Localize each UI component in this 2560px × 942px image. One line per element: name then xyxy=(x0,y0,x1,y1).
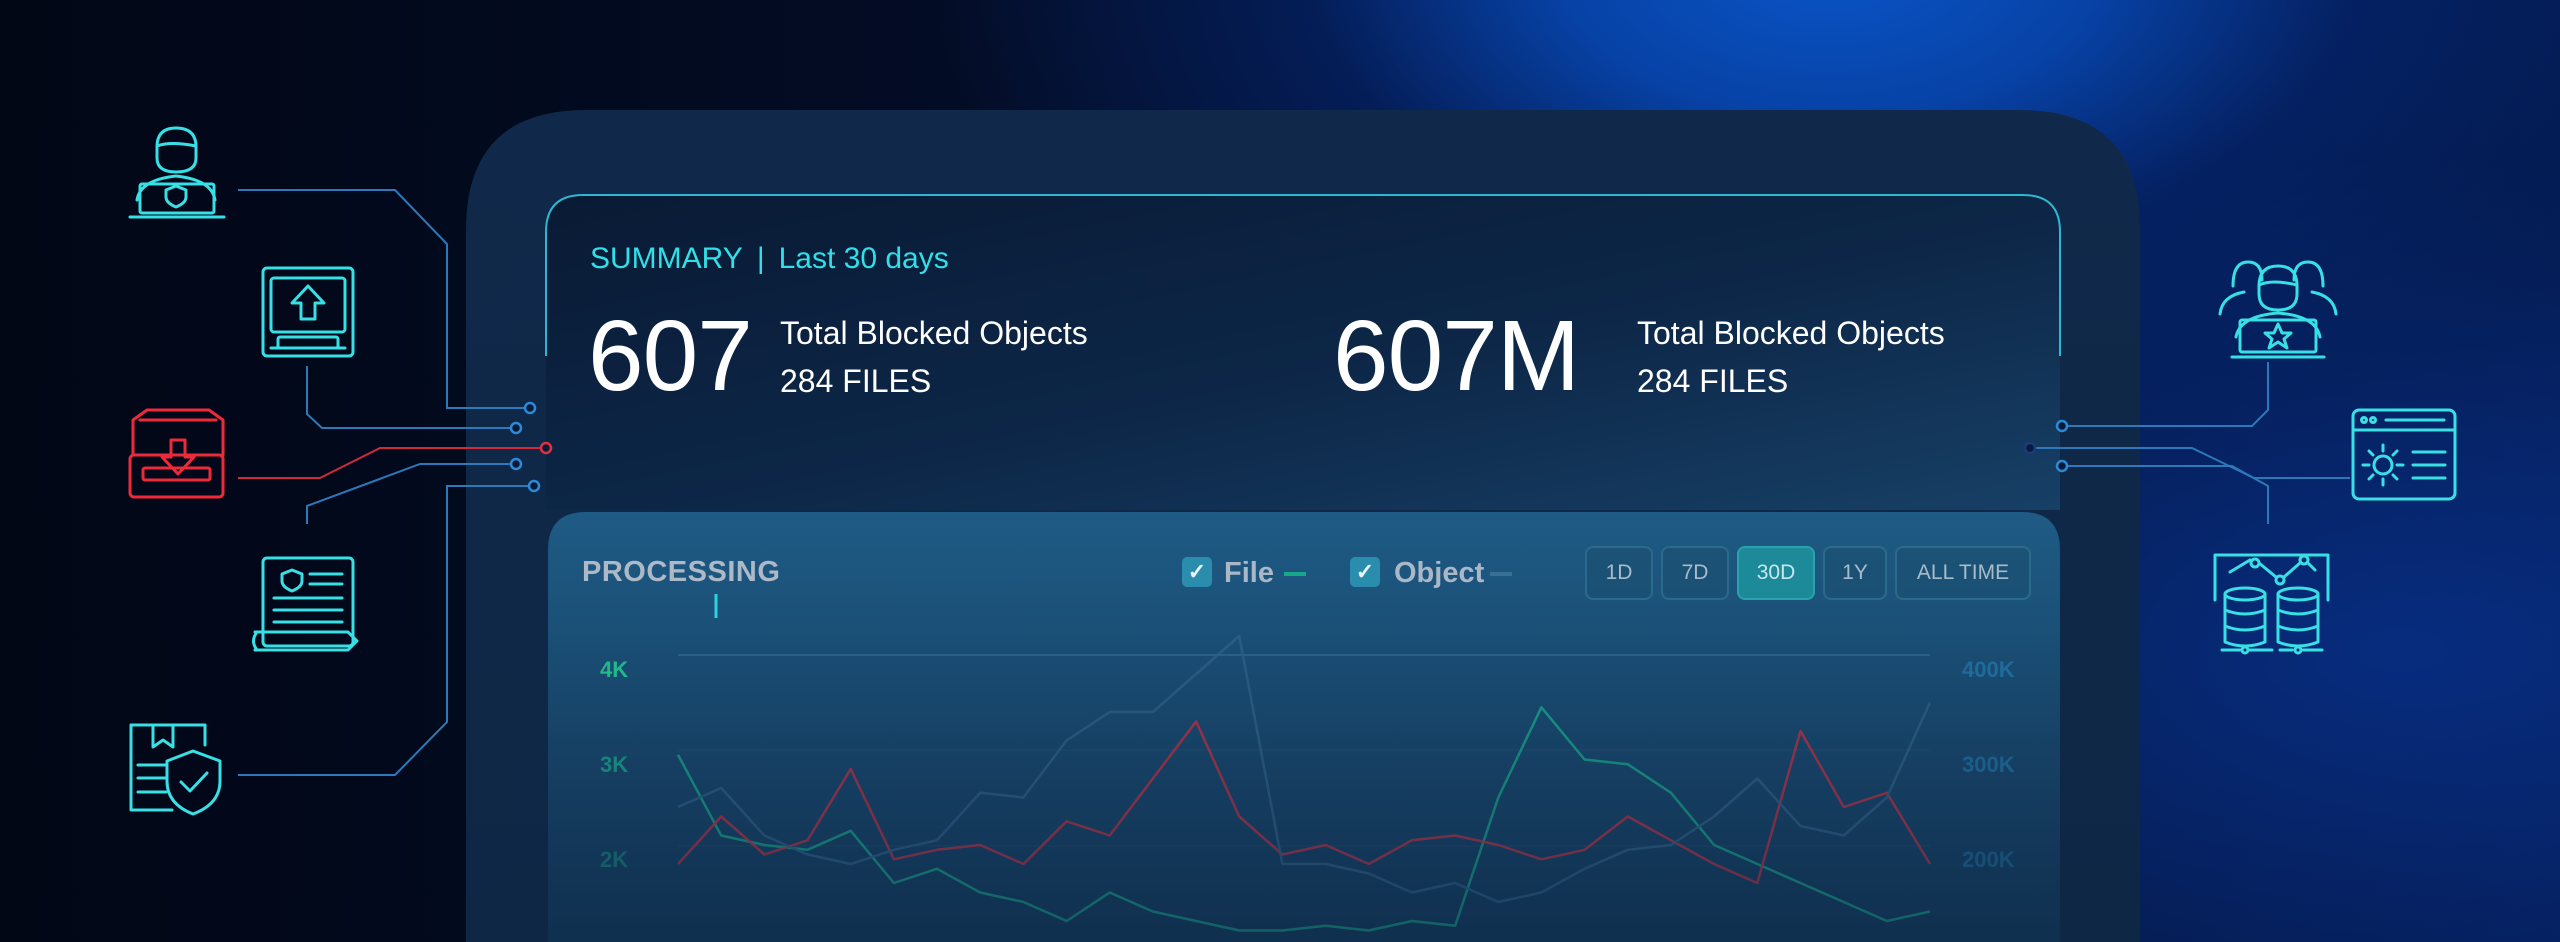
left-axis-tick-2k: 2K xyxy=(600,847,629,872)
secure-document-icon xyxy=(252,556,359,652)
team-user-icon xyxy=(2218,260,2338,359)
range-all-time-button[interactable]: ALL TIME xyxy=(1895,546,2031,600)
legend-object-label: Object xyxy=(1394,557,1485,589)
legend-object-swatch xyxy=(1490,572,1512,576)
legend-file-swatch xyxy=(1284,572,1306,576)
left-axis-tick-3k: 3K xyxy=(600,752,629,777)
summary-period: Last 30 days xyxy=(778,242,949,275)
user-shield-icon xyxy=(128,126,226,219)
chart-fade-overlay xyxy=(548,620,2060,942)
browser-settings-icon xyxy=(2351,408,2457,501)
scene-canvas xyxy=(128,110,2457,942)
upload-tray-icon xyxy=(261,266,355,358)
check-icon: ✓ xyxy=(1355,559,1375,584)
document-shield-icon xyxy=(129,723,222,816)
summary-title: SUMMARY xyxy=(590,242,743,275)
stat-sub-2: 284 FILES xyxy=(1637,363,1789,399)
range-1d-button[interactable]: 1D xyxy=(1585,546,1653,600)
legend-file-label: File xyxy=(1224,557,1274,589)
file-checkbox[interactable]: ✓ xyxy=(1182,557,1212,587)
stat-label-1: Total Blocked Objects xyxy=(780,315,1088,351)
left-axis-tick-4k: 4K xyxy=(600,657,629,682)
right-axis-tick-400k: 400K xyxy=(1962,657,2015,682)
stat-value-1: 607 xyxy=(588,300,753,412)
range-1y-button[interactable]: 1Y xyxy=(1823,546,1887,600)
check-icon: ✓ xyxy=(1187,559,1207,584)
object-checkbox[interactable]: ✓ xyxy=(1350,557,1380,587)
processing-title: PROCESSING xyxy=(582,556,781,588)
right-axis-tick-200k: 200K xyxy=(1962,847,2015,872)
summary-header: SUMMARY | Last 30 days xyxy=(590,242,949,276)
range-7d-button[interactable]: 7D xyxy=(1661,546,1729,600)
summary-separator: | xyxy=(756,242,765,275)
stat-value-2: 607M xyxy=(1333,300,1580,412)
stat-label-2: Total Blocked Objects xyxy=(1637,315,1945,351)
range-30d-button[interactable]: 30D xyxy=(1737,546,1815,600)
database-network-icon xyxy=(2213,553,2330,655)
download-tray-icon xyxy=(128,408,225,499)
right-axis-tick-300k: 300K xyxy=(1962,752,2015,777)
stat-sub-1: 284 FILES xyxy=(780,363,932,399)
